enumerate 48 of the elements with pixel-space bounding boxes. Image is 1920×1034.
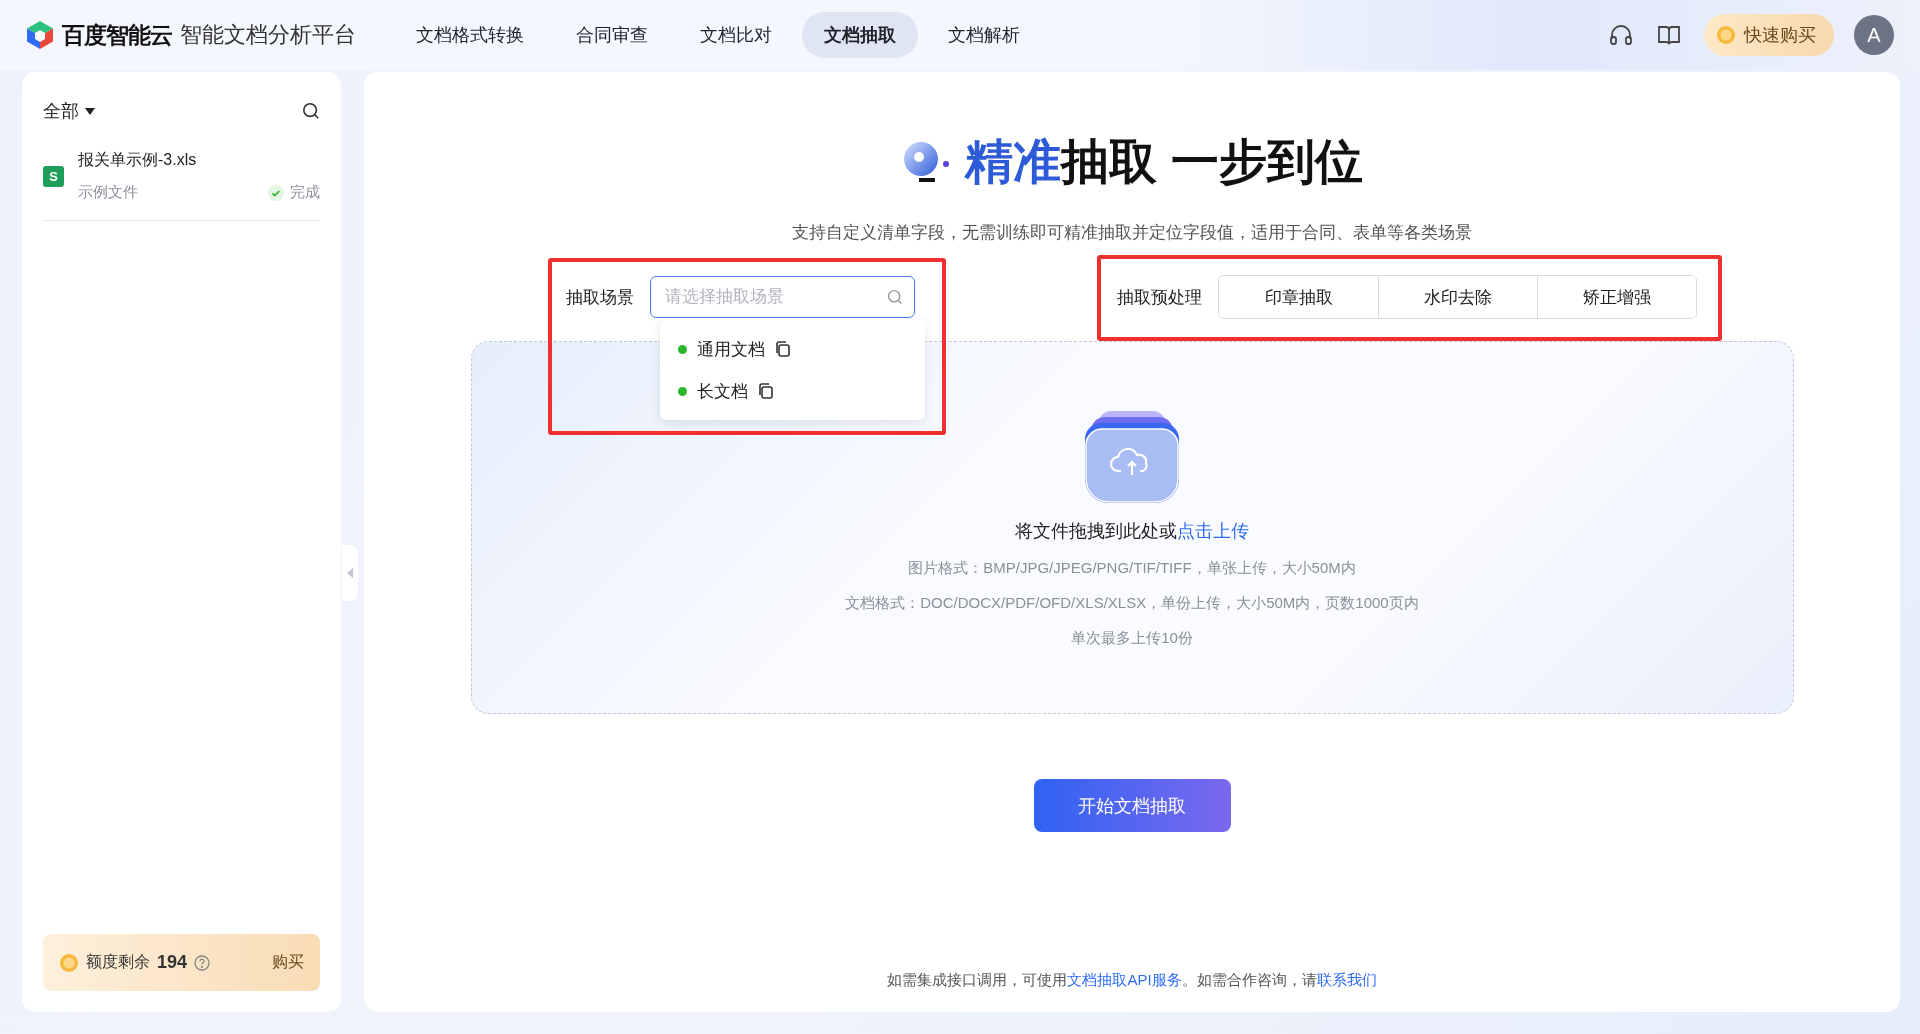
nav-tab[interactable]: 合同审查 (554, 12, 670, 58)
file-tag: 示例文件 (78, 183, 138, 202)
collapse-handle[interactable] (342, 545, 358, 601)
scene-field[interactable]: 请选择抽取场景 (650, 276, 915, 318)
file-status: 完成 (290, 183, 320, 202)
copy-icon[interactable] (758, 382, 774, 400)
file-name[interactable]: 报关单示例-3.xls (78, 150, 320, 171)
preprocess-option[interactable]: 矫正增强 (1537, 276, 1696, 318)
start-button[interactable]: 开始文档抽取 (1033, 779, 1231, 832)
coin-icon (59, 952, 79, 973)
status-dot (678, 386, 687, 396)
search-icon[interactable] (302, 102, 320, 120)
help-icon[interactable] (194, 954, 211, 971)
quota-label: 额度剩余 (86, 952, 150, 972)
upload-prompt: 将文件拖拽到此处或点击上传 (1015, 520, 1249, 543)
caret-icon[interactable] (85, 107, 95, 115)
nav-tab[interactable]: 文档解析 (926, 12, 1042, 58)
format-note: 图片格式：BMP/JPG/JPEG/PNG/TIF/TIFF，单张上传，大小50M内 (908, 559, 1356, 578)
copy-icon[interactable] (775, 340, 791, 358)
footer-link[interactable]: 联系我们 (1316, 971, 1377, 988)
product-name: 智能文档分析平台 (180, 21, 356, 49)
coin-icon (1716, 25, 1736, 45)
brand-name: 百度智能云 (62, 20, 172, 50)
scene-label: 抽取场景 (566, 286, 634, 309)
logo-icon[interactable] (26, 20, 54, 50)
nav-tab[interactable]: 文档抽取 (802, 12, 918, 58)
upload-link[interactable]: 点击上传 (1177, 521, 1249, 541)
footer-text: 如需集成接口调用，可使用文档抽取API服务。如需合作咨询，请联系我们 (887, 971, 1377, 988)
quota-value: 194 (157, 952, 188, 973)
check-icon (268, 184, 284, 201)
nav-tab[interactable]: 文档格式转换 (394, 12, 546, 58)
buy-button[interactable]: 快速购买 (1704, 14, 1834, 56)
status-dot (678, 344, 687, 354)
logo-mark-icon (901, 140, 952, 184)
scene-option[interactable]: 长文档 (697, 379, 748, 403)
format-note: 单次最多上传10份 (1071, 629, 1193, 648)
page-title: 精准抽取 一步到位 (965, 134, 1363, 190)
subtitle: 支持自定义清单字段，无需训练即可精准抽取并定位字段值，适用于合同、表单等各类场景 (792, 222, 1472, 244)
nav-tab[interactable]: 文档比对 (678, 12, 794, 58)
buy-link[interactable]: 购买 (272, 952, 304, 973)
headphones-icon[interactable] (1608, 22, 1634, 48)
user-avatar[interactable]: A (1854, 15, 1894, 55)
footer-link[interactable]: 文档抽取API服务 (1067, 971, 1182, 988)
format-note: 文档格式：DOC/DOCX/PDF/OFD/XLS/XLSX，单份上传，大小50M内，页数1000页内 (845, 594, 1419, 613)
cloud-upload-icon (1085, 409, 1179, 503)
filter-dropdown[interactable]: 全部 (43, 99, 95, 123)
preprocess-label: 抽取预处理 (1117, 286, 1202, 309)
spreadsheet-icon: S (43, 165, 64, 187)
